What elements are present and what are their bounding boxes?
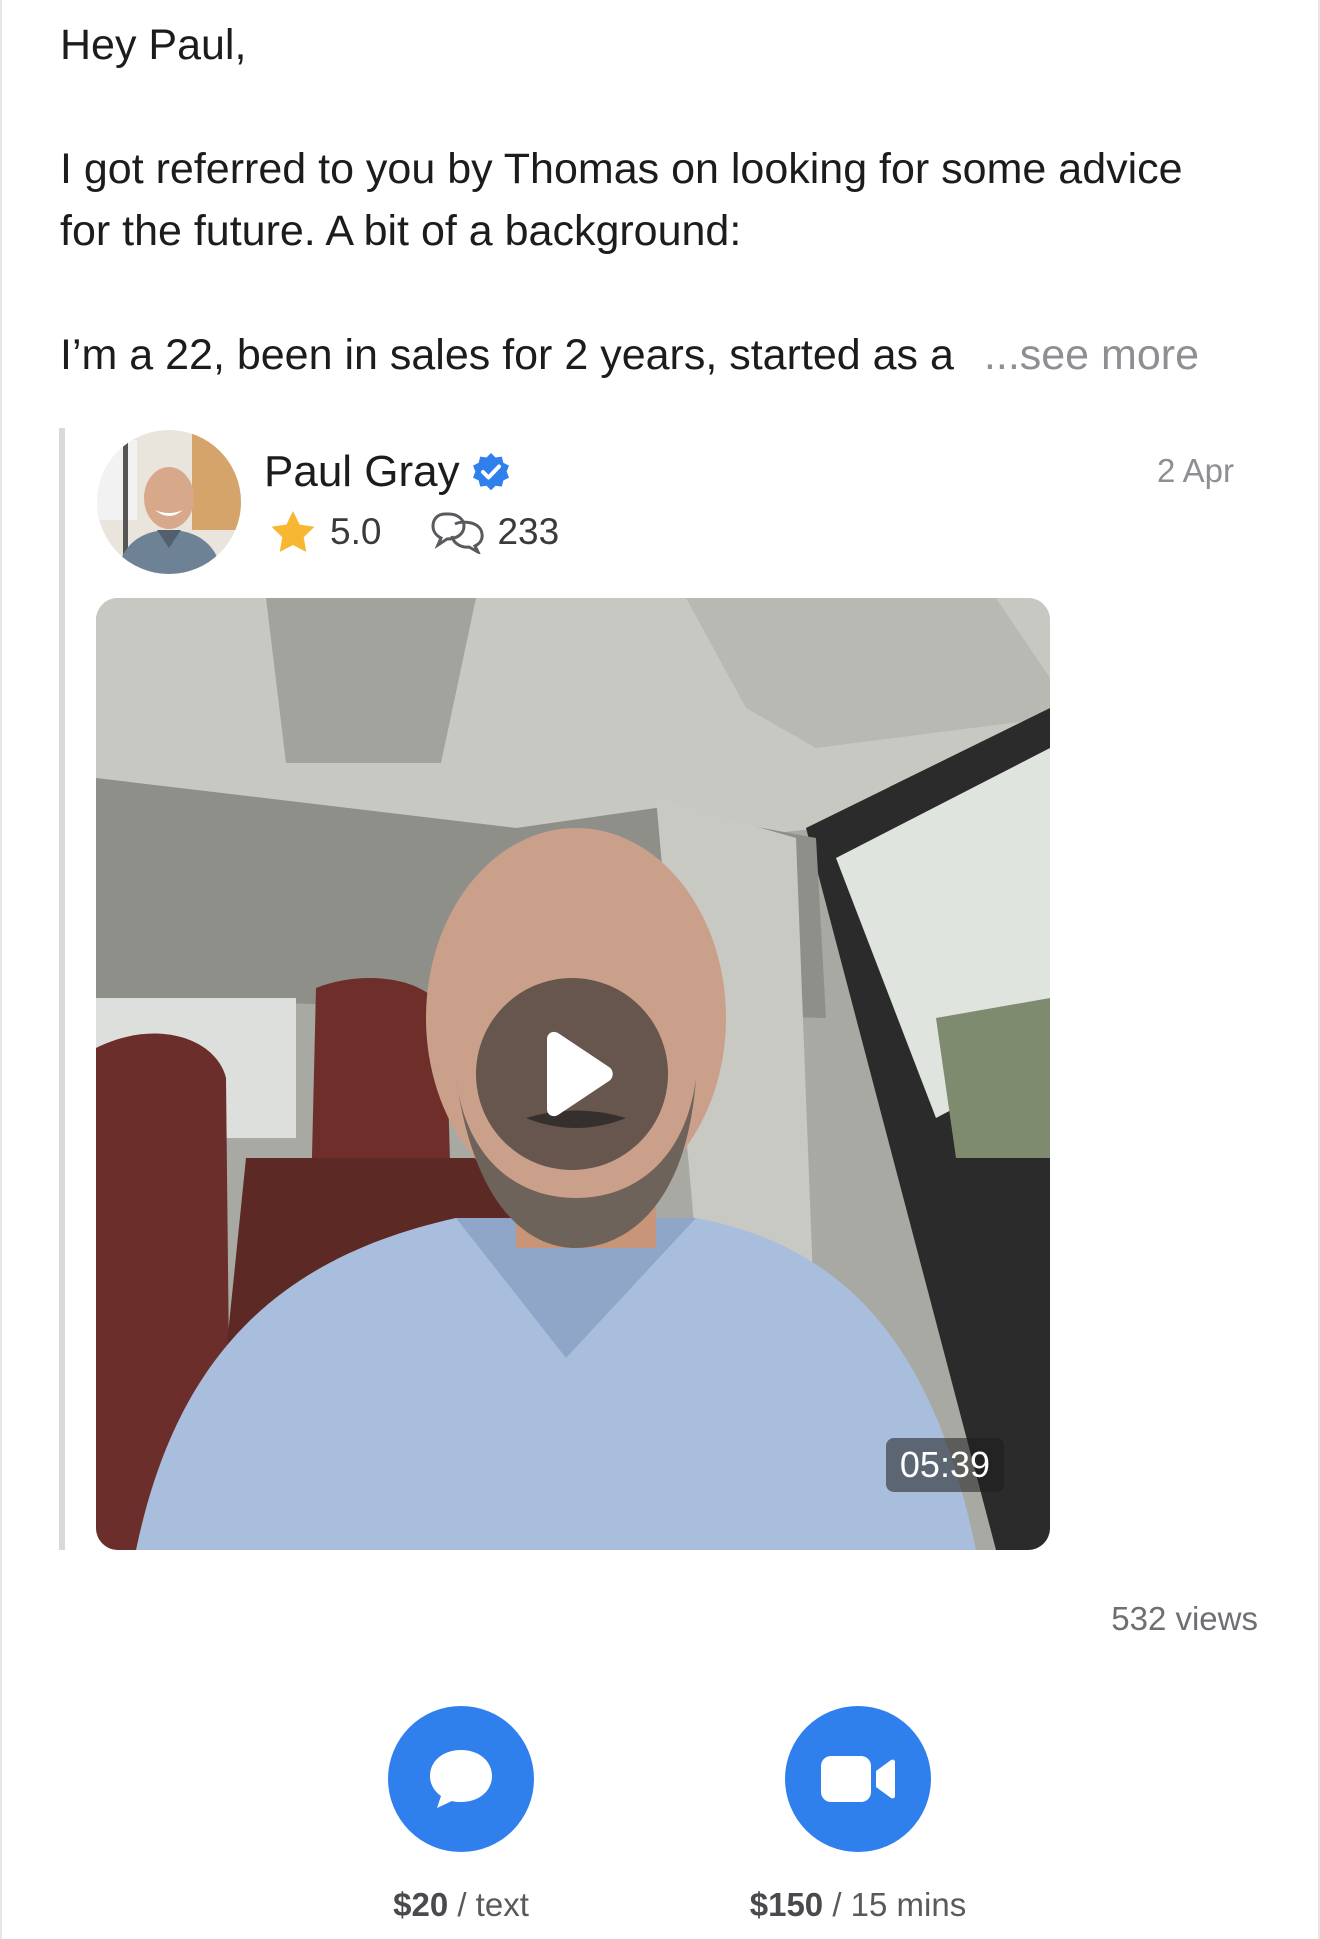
text-reply-price: $20 / text: [311, 1886, 611, 1924]
video-call-action[interactable]: $150 / 15 mins: [708, 1706, 1008, 1924]
avatar[interactable]: [97, 430, 241, 574]
see-more-link[interactable]: ...see more: [984, 324, 1199, 386]
replies-count: 233: [497, 511, 560, 552]
message-greeting: Hey Paul,: [60, 21, 247, 69]
star-icon: [271, 511, 315, 552]
text-reply-button[interactable]: [388, 1706, 534, 1852]
video-duration: 05:39: [885, 1438, 1004, 1492]
text-reply-action[interactable]: $20 / text: [311, 1706, 611, 1924]
message-line: I’m a 22, been in sales for 2 years, sta…: [60, 331, 954, 379]
play-icon: [547, 1031, 613, 1117]
text-price-amount: $20: [393, 1886, 449, 1923]
author-name[interactable]: Paul Gray: [264, 444, 460, 500]
message-truncated-line: I’m a 22, been in sales for 2 years, sta…: [60, 324, 1280, 386]
question-message: Hey Paul, I got referred to you by Thoma…: [60, 14, 1280, 386]
reply-indicator-bar: [59, 428, 65, 1550]
text-price-unit: / text: [448, 1886, 529, 1923]
video-call-price: $150 / 15 mins: [708, 1886, 1008, 1924]
rating-value: 5.0: [330, 511, 382, 552]
play-button[interactable]: [476, 978, 668, 1170]
rating: 5.0: [270, 510, 381, 554]
author-stats: 5.0 233: [270, 510, 559, 554]
video-player[interactable]: 05:39: [96, 598, 1050, 1550]
chat-bubble-icon: [430, 1750, 492, 1808]
frame-border-left: [0, 0, 2, 1939]
reply-date: 2 Apr: [1156, 452, 1234, 489]
video-price-amount: $150: [749, 1886, 824, 1923]
message-line: for the future. A bit of a background:: [60, 207, 742, 255]
chat-bubbles-icon: [431, 512, 485, 554]
views-count: 532 views: [1111, 1600, 1258, 1637]
message-line: I got referred to you by Thomas on looki…: [60, 145, 1183, 193]
verified-badge-icon: [470, 451, 512, 493]
video-call-button[interactable]: [785, 1706, 931, 1852]
replies: 233: [431, 510, 559, 554]
author-name-row[interactable]: Paul Gray: [264, 444, 512, 500]
video-price-unit: / 15 mins: [823, 1886, 967, 1923]
video-camera-icon: [821, 1756, 895, 1802]
